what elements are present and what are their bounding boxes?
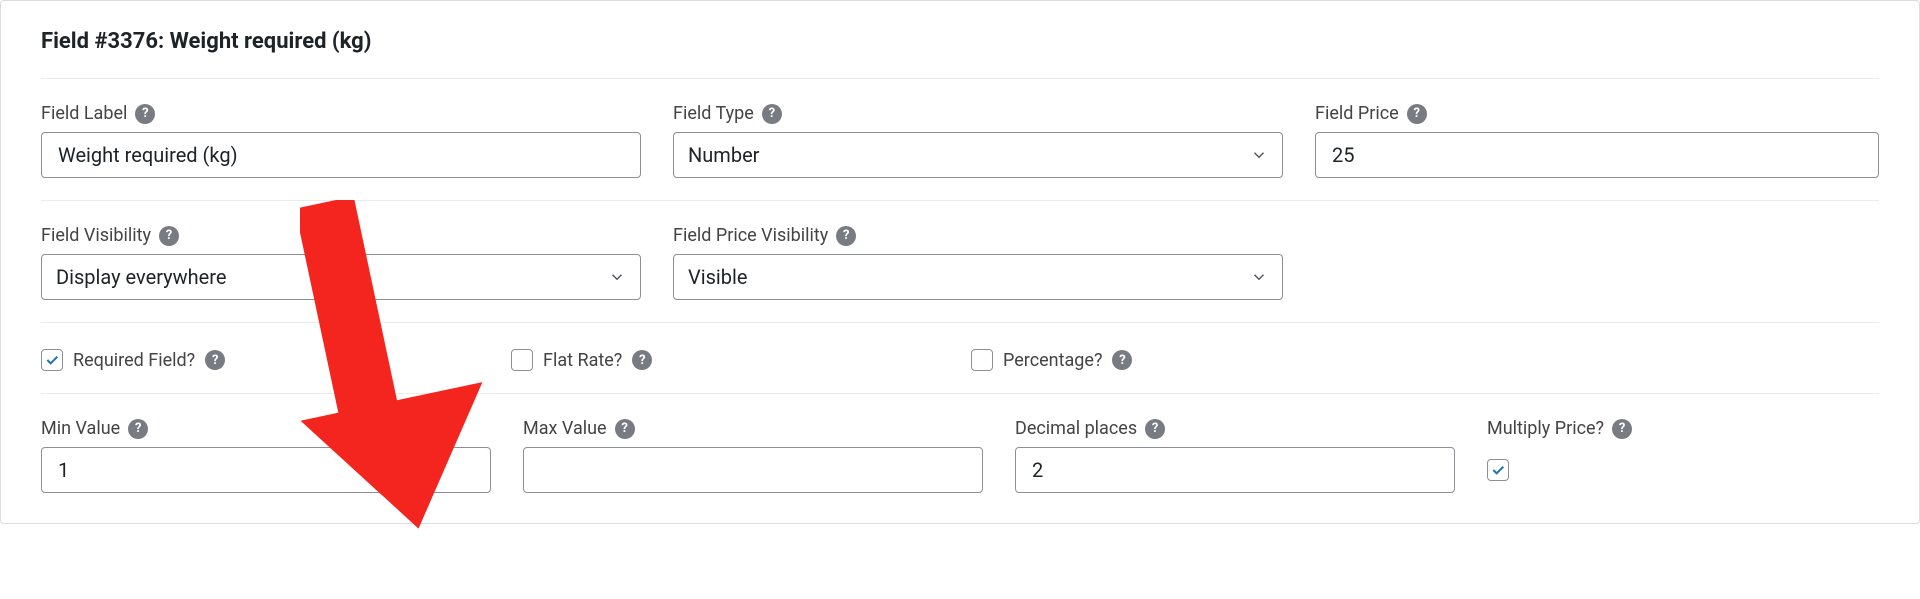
label-line: Decimal places ? [1015,418,1455,439]
row-number-constraints: Min Value ? Max Value ? Decimal plac [41,394,1879,493]
max-value-input[interactable] [538,457,968,483]
label-line: Field Label ? [41,103,641,124]
help-icon[interactable]: ? [615,419,635,439]
label-line: Field Price ? [1315,103,1879,124]
field-label-input[interactable] [56,142,626,168]
help-icon[interactable]: ? [159,226,179,246]
check-icon [1490,462,1506,478]
check-required-field: Required Field? ? [41,349,511,371]
decimal-places-input[interactable] [1030,457,1440,483]
block-field-type: Field Type ? Number [673,103,1283,178]
field-visibility-value: Display everywhere [56,265,226,289]
card-title: Field #3376: Weight required (kg) [41,1,1879,78]
multiply-price-checkbox[interactable] [1487,459,1509,481]
label-line: Field Type ? [673,103,1283,124]
field-label-input-wrap [41,132,641,178]
chevron-down-icon [1250,268,1268,286]
help-icon[interactable]: ? [135,104,155,124]
block-decimal-places: Decimal places ? [1015,418,1455,493]
field-visibility-label: Field Visibility [41,225,151,246]
field-type-value: Number [688,143,759,167]
help-icon[interactable]: ? [1612,419,1632,439]
field-visibility-select[interactable]: Display everywhere [41,254,641,300]
max-value-label: Max Value [523,418,607,439]
check-percentage: Percentage? ? [971,349,1132,371]
decimal-places-input-wrap [1015,447,1455,493]
field-price-visibility-select[interactable]: Visible [673,254,1283,300]
field-price-input[interactable] [1330,142,1864,168]
block-max-value: Max Value ? [523,418,983,493]
row-field-basics: Field Label ? Field Type ? Number [41,79,1879,178]
field-price-input-wrap [1315,132,1879,178]
min-value-label: Min Value [41,418,120,439]
help-icon[interactable]: ? [1145,419,1165,439]
block-field-label: Field Label ? [41,103,641,178]
required-field-label: Required Field? [73,350,195,371]
percentage-label: Percentage? [1003,350,1102,371]
label-line: Min Value ? [41,418,491,439]
block-field-price: Field Price ? [1315,103,1879,178]
row-checkboxes: Required Field? ? Flat Rate? ? Percentag… [41,323,1879,371]
field-price-visibility-value: Visible [688,265,747,289]
block-min-value: Min Value ? [41,418,491,493]
flat-rate-checkbox[interactable] [511,349,533,371]
block-multiply-price: Multiply Price? ? [1487,418,1632,493]
label-line: Field Price Visibility ? [673,225,1283,246]
chevron-down-icon [608,268,626,286]
row-visibility: Field Visibility ? Display everywhere Fi… [41,201,1879,300]
check-icon [44,352,60,368]
chevron-down-icon [1250,146,1268,164]
field-label-label: Field Label [41,103,127,124]
field-type-select[interactable]: Number [673,132,1283,178]
help-icon[interactable]: ? [632,350,652,370]
field-type-label: Field Type [673,103,754,124]
block-field-price-visibility: Field Price Visibility ? Visible [673,225,1283,300]
help-icon[interactable]: ? [1112,350,1132,370]
percentage-checkbox[interactable] [971,349,993,371]
min-value-input-wrap [41,447,491,493]
block-field-visibility: Field Visibility ? Display everywhere [41,225,641,300]
label-line: Field Visibility ? [41,225,641,246]
flat-rate-label: Flat Rate? [543,350,622,371]
help-icon[interactable]: ? [836,226,856,246]
field-settings-card: Field #3376: Weight required (kg) Field … [0,0,1920,524]
help-icon[interactable]: ? [762,104,782,124]
multiply-price-label: Multiply Price? [1487,418,1604,439]
min-value-input[interactable] [56,457,476,483]
field-price-visibility-label: Field Price Visibility [673,225,828,246]
decimal-places-label: Decimal places [1015,418,1137,439]
label-line: Max Value ? [523,418,983,439]
field-price-label: Field Price [1315,103,1399,124]
help-icon[interactable]: ? [1407,104,1427,124]
check-flat-rate: Flat Rate? ? [511,349,971,371]
max-value-input-wrap [523,447,983,493]
help-icon[interactable]: ? [128,419,148,439]
help-icon[interactable]: ? [205,350,225,370]
required-field-checkbox[interactable] [41,349,63,371]
label-line: Multiply Price? ? [1487,418,1632,439]
